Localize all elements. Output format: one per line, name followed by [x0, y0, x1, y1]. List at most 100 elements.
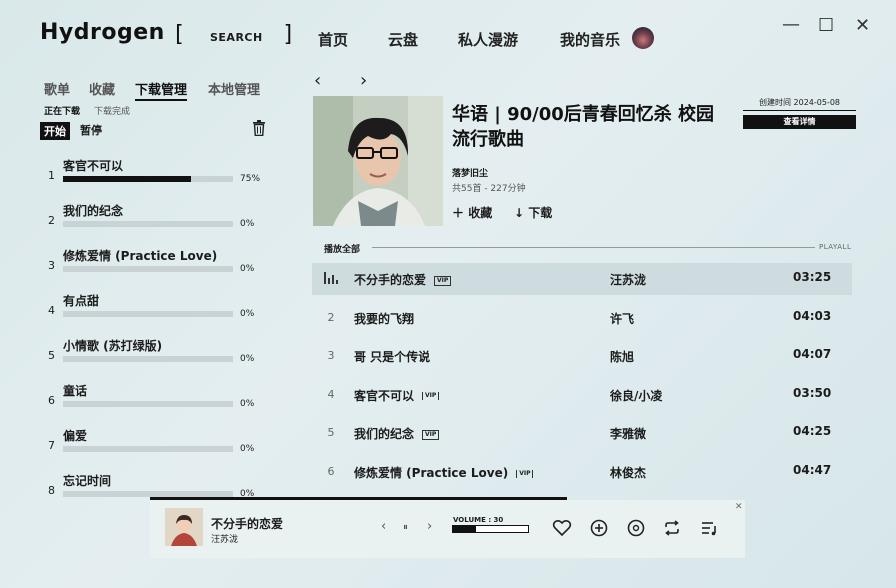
- equalizer-icon: [324, 272, 338, 284]
- nav-home[interactable]: 首页: [318, 29, 348, 50]
- pause-icon[interactable]: ⏸: [403, 522, 408, 533]
- back-button[interactable]: ‹: [314, 70, 321, 91]
- download-item[interactable]: 1 客官不可以 75%: [40, 157, 270, 202]
- heart-icon[interactable]: [552, 518, 572, 538]
- download-title: 我们的纪念: [63, 204, 124, 218]
- download-percent: 0%: [240, 399, 255, 409]
- track-row[interactable]: 4 客官不可以 VIP 徐良/小凌 03:50: [312, 379, 852, 411]
- download-title: 童话: [63, 384, 88, 398]
- track-row[interactable]: 3 哥 只是个传说 陈旭 04:07: [312, 340, 852, 372]
- nav-my-music[interactable]: 我的音乐: [560, 29, 620, 50]
- now-playing-cover: [165, 508, 203, 546]
- tab-downloaded[interactable]: 下载完成: [94, 104, 130, 117]
- download-title: 小情歌 (苏打绿版): [63, 339, 163, 353]
- download-progress-bar: [63, 356, 233, 362]
- track-number: 4: [327, 387, 335, 401]
- track-artist[interactable]: 陈旭: [610, 348, 634, 365]
- add-to-playlist-icon[interactable]: [589, 518, 609, 538]
- nav-private-fm[interactable]: 私人漫游: [458, 29, 518, 50]
- playback-progress[interactable]: [150, 497, 567, 500]
- download-item[interactable]: 3 修炼爱情 (Practice Love) 0%: [40, 247, 270, 292]
- download-percent: 0%: [240, 309, 255, 319]
- playlist-queue-icon[interactable]: [699, 518, 719, 538]
- download-button[interactable]: ↓ 下载: [514, 204, 552, 221]
- track-number: 6: [327, 465, 335, 478]
- playlist-title: 华语 | 90/00后青春回忆杀 校园流行歌曲: [452, 104, 715, 150]
- play-all-button[interactable]: 播放全部: [324, 242, 360, 255]
- download-title: 偏爱: [63, 429, 88, 443]
- track-duration: 04:03: [793, 308, 832, 323]
- track-title: 我们的纪念 VIP: [354, 425, 440, 442]
- track-title: 修炼爱情 (Practice Love) VIP: [354, 464, 534, 481]
- download-title: 修炼爱情 (Practice Love): [63, 249, 218, 263]
- download-progress-bar: [63, 446, 233, 452]
- track-number: 5: [327, 426, 335, 440]
- close-player-button[interactable]: ✕: [735, 502, 743, 512]
- download-index: 1: [48, 169, 55, 182]
- download-percent: 0%: [240, 444, 255, 454]
- close-button[interactable]: ✕: [855, 15, 870, 36]
- pause-button[interactable]: 暂停: [80, 122, 102, 138]
- download-item[interactable]: 4 有点甜 0%: [40, 292, 270, 337]
- avatar[interactable]: [632, 27, 654, 49]
- download-title: 忘记时间: [63, 474, 112, 488]
- next-button[interactable]: ›: [427, 519, 432, 534]
- volume-fill: [453, 526, 476, 532]
- download-item[interactable]: 5 小情歌 (苏打绿版) 0%: [40, 337, 270, 382]
- track-row[interactable]: 6 修炼爱情 (Practice Love) VIP 林俊杰 04:47: [312, 456, 852, 488]
- tab-playlists[interactable]: 歌单: [44, 79, 70, 98]
- track-title: 客官不可以 VIP: [354, 387, 440, 404]
- arrow-down-icon: ↓: [514, 206, 525, 220]
- now-playing-artist[interactable]: 汪苏泷: [211, 532, 238, 545]
- track-artist[interactable]: 李雅微: [610, 425, 646, 442]
- minimize-button[interactable]: —: [782, 14, 800, 35]
- trash-icon[interactable]: [252, 120, 266, 136]
- plus-icon: ＋: [452, 206, 465, 220]
- start-button[interactable]: 开始: [40, 122, 70, 140]
- download-title: 客官不可以: [63, 159, 124, 173]
- tab-downloading[interactable]: 正在下载: [44, 104, 80, 117]
- disc-icon[interactable]: [626, 518, 646, 538]
- download-progress-bar: [63, 176, 233, 182]
- download-index: 4: [48, 304, 55, 317]
- download-item[interactable]: 7 偏爱 0%: [40, 427, 270, 472]
- now-playing-cover-image: [165, 508, 203, 546]
- download-item[interactable]: 2 我们的纪念 0%: [40, 202, 270, 247]
- play-all-caption: PLAYALL: [819, 243, 852, 251]
- search-button[interactable]: SEARCH: [210, 31, 263, 44]
- divider: [372, 247, 815, 248]
- tab-downloads[interactable]: 下载管理: [135, 79, 188, 101]
- collect-button[interactable]: ＋ 收藏: [452, 204, 492, 221]
- track-row[interactable]: 不分手的恋爱 VIP 汪苏泷 03:25: [312, 263, 852, 295]
- track-row[interactable]: 2 我要的飞翔 许飞 04:03: [312, 302, 852, 334]
- track-row[interactable]: 5 我们的纪念 VIP 李雅微 04:25: [312, 417, 852, 449]
- track-artist[interactable]: 汪苏泷: [610, 271, 646, 288]
- track-artist[interactable]: 林俊杰: [610, 464, 646, 481]
- track-duration: 03:50: [793, 385, 832, 400]
- nav-cloud[interactable]: 云盘: [388, 29, 418, 50]
- playlist-count: 共55首 - 227分钟: [452, 184, 526, 194]
- volume-slider[interactable]: [452, 525, 529, 533]
- download-progress-bar: [63, 266, 233, 272]
- download-percent: 75%: [240, 174, 261, 184]
- playlist-cover: [313, 96, 443, 226]
- download-progress-bar: [63, 401, 233, 407]
- track-artist[interactable]: 许飞: [610, 310, 634, 327]
- search-bracket-right-icon: ]: [282, 22, 296, 47]
- track-duration: 03:25: [793, 270, 832, 284]
- track-artist[interactable]: 徐良/小凌: [610, 387, 662, 404]
- previous-button[interactable]: ‹: [381, 519, 386, 534]
- repeat-icon[interactable]: [662, 518, 682, 538]
- tab-local[interactable]: 本地管理: [208, 79, 260, 98]
- maximize-button[interactable]: ☐: [818, 15, 834, 36]
- download-index: 8: [48, 484, 55, 497]
- forward-button[interactable]: ›: [360, 70, 367, 91]
- download-title: 有点甜: [63, 294, 100, 308]
- tab-favorites[interactable]: 收藏: [89, 79, 115, 98]
- download-item[interactable]: 6 童话 0%: [40, 382, 270, 427]
- view-details-button[interactable]: 查看详情: [743, 115, 856, 129]
- track-number: 3: [327, 349, 335, 363]
- vip-badge: VIP: [422, 392, 440, 401]
- track-title-text: 修炼爱情 (Practice Love): [354, 466, 509, 480]
- playlist-author[interactable]: 落梦旧尘: [452, 166, 488, 179]
